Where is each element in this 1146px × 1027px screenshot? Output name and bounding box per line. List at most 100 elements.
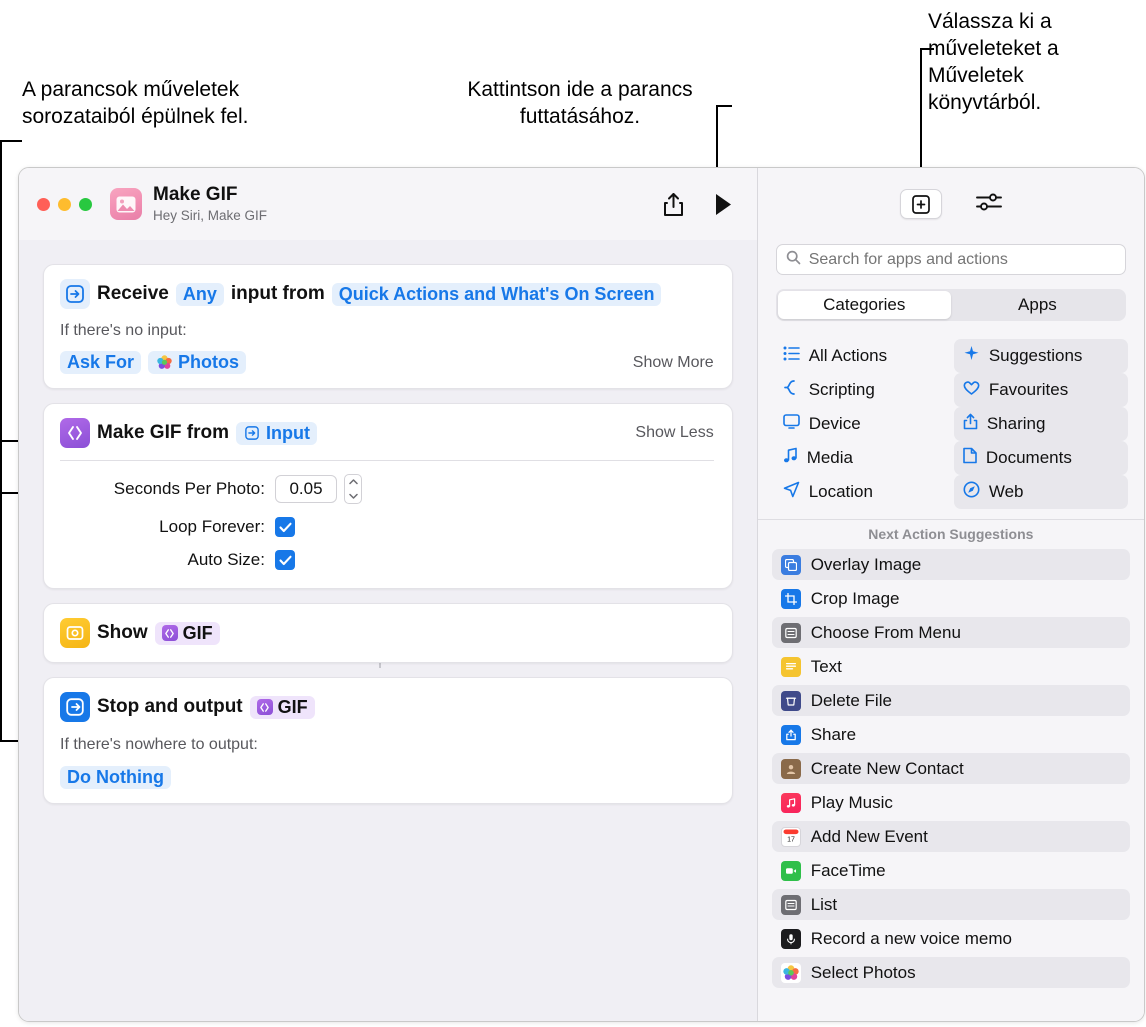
show-title: Show [97, 622, 148, 643]
category-label: Device [808, 414, 861, 433]
suggestion-label: Create New Contact [810, 758, 964, 778]
make-gif-header-row: Make GIF from Input Show Less [60, 418, 714, 448]
category-label: All Actions [808, 346, 888, 365]
siri-phrase: Hey Siri, Make GIF [153, 207, 268, 223]
loop-forever-checkbox[interactable] [275, 517, 295, 537]
suggestion-label: Record a new voice memo [810, 928, 1012, 948]
callout-right: Válassza ki a műveleteket a Műveletek kö… [928, 10, 1059, 114]
list-item[interactable]: Play Music [772, 787, 1130, 818]
category-grid: All Actions Suggestions Scripting Favour… [758, 335, 1144, 519]
category-sharing[interactable]: Sharing [953, 407, 1128, 441]
seconds-per-photo-stepper[interactable] [344, 474, 362, 504]
category-label: Suggestions [988, 346, 1083, 365]
action-card-stop-output[interactable]: Stop and output GIF If there's nowhere t… [43, 677, 733, 804]
shortcut-details-button[interactable] [975, 193, 1002, 216]
list-item[interactable]: Select Photos [771, 957, 1130, 988]
list-item[interactable]: Share [772, 719, 1130, 750]
category-media[interactable]: Media [774, 441, 948, 475]
receive-mid-text: input from [230, 283, 325, 304]
action-library-button[interactable] [899, 189, 942, 219]
category-suggestions[interactable]: Suggestions [953, 339, 1128, 373]
delete-file-icon [780, 690, 801, 711]
make-gif-divider [60, 460, 714, 461]
receive-type-token[interactable]: Any [175, 282, 224, 306]
receive-show-more-toggle[interactable]: Show More [633, 354, 714, 372]
loop-forever-row: Loop Forever: [60, 517, 714, 537]
photos-token[interactable]: Photos [148, 351, 247, 374]
list-item[interactable]: FaceTime [772, 855, 1130, 886]
category-device[interactable]: Device [774, 407, 948, 441]
suggestion-label: Share [810, 724, 857, 744]
window-titlebar: Make GIF Hey Siri, Make GIF [19, 168, 757, 240]
stop-output-title: Stop and output [97, 696, 243, 717]
show-gif-label: GIF [182, 622, 213, 643]
make-gif-input-label: Input [265, 422, 310, 443]
action-card-make-gif[interactable]: Make GIF from Input Show Less Seconds Pe… [43, 403, 733, 589]
action-card-receive[interactable]: Receive Any input from Quick Actions and… [43, 264, 733, 389]
tab-apps[interactable]: Apps [951, 291, 1124, 319]
leader-right-vertical [920, 48, 922, 178]
auto-size-label: Auto Size: [187, 550, 266, 569]
suggestions-header: Next Action Suggestions [757, 519, 1144, 549]
make-gif-input-token[interactable]: Input [235, 421, 317, 445]
search-icon [786, 250, 801, 270]
category-location[interactable]: Location [774, 475, 948, 509]
category-label: Web [988, 482, 1024, 501]
receive-header-row: Receive Any input from Quick Actions and… [60, 279, 714, 309]
overlay-image-icon [780, 554, 801, 575]
list-item[interactable]: Choose From Menu [771, 617, 1130, 648]
list-item[interactable]: Record a new voice memo [772, 923, 1130, 954]
ask-for-token[interactable]: Ask For [60, 351, 142, 374]
page-title: Make GIF [153, 183, 238, 205]
list-item[interactable]: Crop Image [772, 583, 1130, 614]
share-icon [780, 724, 801, 745]
do-nothing-token[interactable]: Do Nothing [60, 766, 171, 789]
category-web[interactable]: Web [953, 475, 1128, 509]
receive-noinput-label: If there's no input: [60, 322, 187, 339]
list-item[interactable]: Create New Contact [771, 753, 1130, 784]
zoom-button[interactable] [79, 197, 92, 211]
receive-title: Receive [97, 283, 169, 304]
category-favourites[interactable]: Favourites [953, 373, 1128, 407]
list-item[interactable]: List [771, 889, 1130, 920]
make-gif-show-less-toggle[interactable]: Show Less [635, 424, 713, 442]
action-card-show[interactable]: Show GIF [43, 603, 733, 663]
auto-size-checkbox[interactable] [275, 550, 295, 570]
list-item[interactable]: Overlay Image [771, 549, 1130, 580]
category-scripting[interactable]: Scripting [774, 373, 948, 407]
action-library-pane: Categories Apps All Actions Suggestions [756, 168, 1144, 1021]
category-documents[interactable]: Documents [953, 441, 1128, 475]
list-item[interactable]: Delete File [771, 685, 1130, 716]
list-item[interactable]: Text [772, 651, 1130, 682]
show-gif-token[interactable]: GIF [154, 621, 220, 645]
crop-image-icon [780, 588, 801, 609]
loop-forever-label: Loop Forever: [159, 517, 265, 536]
callout-left: A parancsok műveletek sorozataiból épüln… [22, 78, 249, 128]
seconds-per-photo-input[interactable]: 0.05 [275, 475, 337, 503]
category-label: Location [808, 482, 873, 501]
library-segmented-control[interactable]: Categories Apps [775, 289, 1126, 321]
voice-memo-icon [780, 928, 801, 949]
stop-output-gif-token[interactable]: GIF [249, 695, 315, 719]
tab-categories[interactable]: Categories [777, 291, 951, 319]
stop-output-icon [60, 692, 90, 722]
suggestion-label: Select Photos [810, 962, 916, 982]
search-input[interactable] [808, 250, 1116, 269]
suggestion-label: Add New Event [810, 826, 928, 846]
minimize-button[interactable] [58, 197, 71, 211]
list-item[interactable]: 17 Add New Event [771, 821, 1130, 852]
scripting-icon [783, 379, 800, 401]
close-button[interactable] [37, 197, 50, 211]
suggestion-label: Choose From Menu [810, 622, 961, 642]
menu-icon [780, 622, 801, 643]
calendar-icon: 17 [780, 826, 801, 847]
display-icon [782, 414, 800, 434]
search-box[interactable] [775, 244, 1126, 275]
stop-output-nowhere-label-row: If there's nowhere to output: [60, 736, 714, 754]
category-label: Scripting [808, 380, 875, 399]
play-icon[interactable] [714, 193, 733, 216]
category-all-actions[interactable]: All Actions [774, 339, 948, 373]
receive-source-token[interactable]: Quick Actions and What's On Screen [331, 282, 662, 306]
suggestion-label: Play Music [810, 792, 893, 812]
share-icon[interactable] [663, 192, 684, 217]
